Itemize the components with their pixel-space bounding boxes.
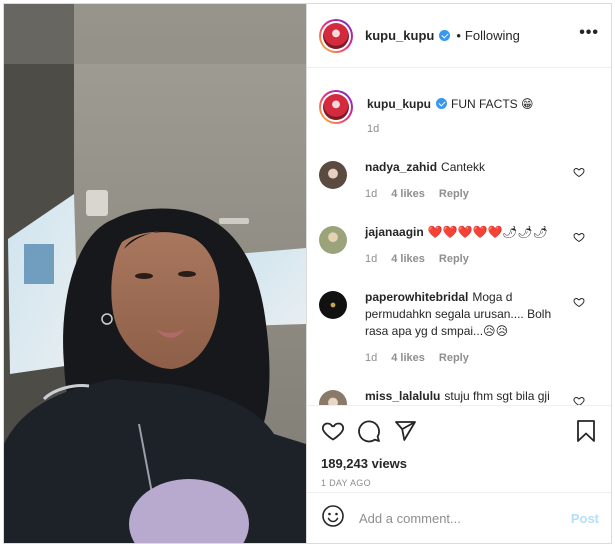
caption-avatar[interactable] bbox=[319, 90, 353, 124]
caption-text: FUN FACTS 😁 bbox=[451, 97, 534, 111]
comment-likes[interactable]: 4 likes bbox=[391, 352, 425, 364]
share-icon[interactable] bbox=[393, 419, 417, 443]
comment-likes[interactable]: 4 likes bbox=[391, 253, 425, 265]
commenter-avatar[interactable] bbox=[319, 226, 347, 254]
post-comment-button[interactable]: Post bbox=[571, 511, 599, 526]
comment-input[interactable] bbox=[357, 509, 571, 527]
comment-item: paperowhitebridal Moga d permudahkn segal… bbox=[307, 268, 611, 367]
view-count[interactable]: 189,243 views bbox=[307, 446, 611, 471]
comment-item: nadya_zahid Cantekk 1d 4 likes Reply bbox=[307, 138, 611, 203]
post-dialog: kupu_kupu • Following ••• kupu_kupu FUN F… bbox=[3, 3, 612, 544]
commenter-avatar[interactable] bbox=[319, 161, 347, 189]
comment-like-icon[interactable] bbox=[573, 231, 585, 243]
heart-icon[interactable] bbox=[321, 419, 345, 443]
separator-dot: • bbox=[456, 28, 461, 43]
post-actions: 189,243 views 1 DAY AGO bbox=[307, 405, 611, 494]
comment-text: ❤️❤️❤️❤️❤️🌶🌶🌶 bbox=[427, 225, 549, 239]
caption-username[interactable]: kupu_kupu bbox=[367, 97, 431, 111]
comment-age[interactable]: 1d bbox=[365, 253, 377, 265]
verified-icon bbox=[436, 98, 448, 109]
comment-age[interactable]: 1d bbox=[365, 188, 377, 200]
comment-like-icon[interactable] bbox=[573, 395, 585, 405]
comment-composer: Post bbox=[307, 492, 611, 543]
post-video[interactable] bbox=[4, 4, 306, 543]
emoji-icon[interactable] bbox=[321, 504, 345, 533]
author-avatar[interactable] bbox=[319, 18, 353, 53]
commenter-avatar[interactable] bbox=[319, 291, 347, 319]
comment-item: jajanaagin ❤️❤️❤️❤️❤️🌶🌶🌶 1d 4 likes Reply bbox=[307, 203, 611, 268]
video-frame bbox=[4, 4, 306, 543]
commenter-username[interactable]: paperowhitebridal bbox=[365, 290, 468, 304]
caption-age[interactable]: 1d bbox=[367, 123, 379, 135]
comment-icon[interactable] bbox=[357, 419, 381, 443]
commenter-username[interactable]: jajanaagin bbox=[365, 225, 424, 239]
post-timestamp[interactable]: 1 DAY AGO bbox=[307, 471, 611, 488]
commenter-avatar[interactable] bbox=[319, 390, 347, 405]
commenter-username[interactable]: miss_lalalulu bbox=[365, 389, 440, 403]
verified-icon bbox=[439, 30, 451, 41]
comment-likes[interactable]: 4 likes bbox=[391, 188, 425, 200]
reply-button[interactable]: Reply bbox=[439, 253, 469, 265]
following-button[interactable]: Following bbox=[465, 28, 520, 43]
reply-button[interactable]: Reply bbox=[439, 352, 469, 364]
comments-list[interactable]: kupu_kupu FUN FACTS 😁 1d nadya_zahid Cante… bbox=[307, 68, 611, 405]
post-header: kupu_kupu • Following ••• bbox=[307, 4, 611, 68]
comment-like-icon[interactable] bbox=[573, 166, 585, 178]
bookmark-icon[interactable] bbox=[575, 419, 597, 443]
author-username[interactable]: kupu_kupu bbox=[365, 28, 434, 43]
commenter-username[interactable]: nadya_zahid bbox=[365, 160, 437, 174]
more-icon[interactable]: ••• bbox=[579, 24, 599, 48]
comment-text: Cantekk bbox=[441, 160, 486, 174]
comment-like-icon[interactable] bbox=[573, 296, 585, 308]
comment-age[interactable]: 1d bbox=[365, 352, 377, 364]
reply-button[interactable]: Reply bbox=[439, 188, 469, 200]
comment-item: miss_lalalulustuju fhm sgt bila gji kita… bbox=[307, 367, 611, 405]
post-side-panel: kupu_kupu • Following ••• kupu_kupu FUN F… bbox=[306, 4, 611, 543]
caption-row: kupu_kupu FUN FACTS 😁 1d bbox=[307, 68, 611, 138]
